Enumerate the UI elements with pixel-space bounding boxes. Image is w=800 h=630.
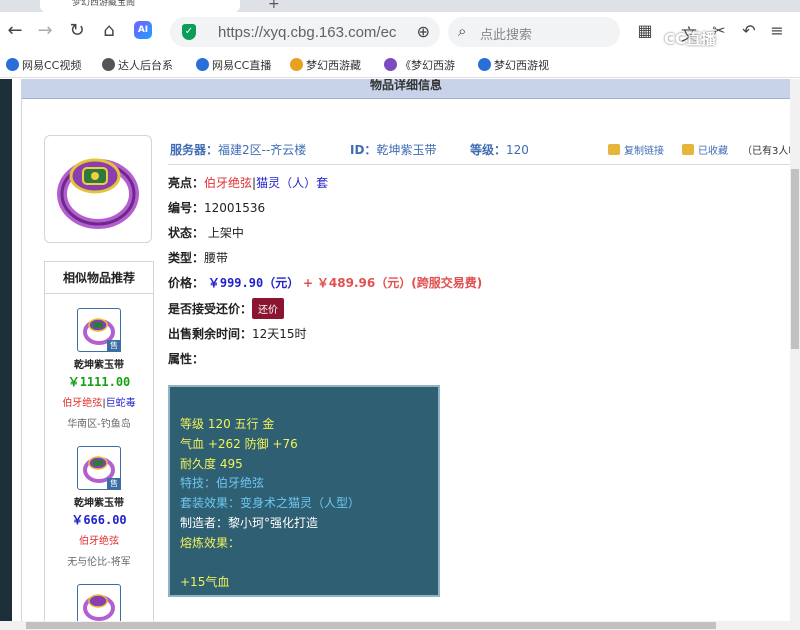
item-thumbnail[interactable]: 售 xyxy=(77,446,121,490)
attribute-panel: 等级 120 五行 金气血 +262 防御 +76 耐久度 495 特技：伯牙绝弦套… xyxy=(168,385,440,597)
globe-icon xyxy=(102,58,115,71)
favorite-count: （已有3人收 xyxy=(742,146,790,157)
new-tab-icon[interactable]: + xyxy=(268,0,280,12)
back-icon[interactable]: ← xyxy=(4,20,26,42)
haggle-button[interactable]: 还价 xyxy=(252,298,285,319)
favorite-button[interactable]: 已收藏 xyxy=(682,142,728,157)
similar-item[interactable]: 售 乾坤紫玉带 ￥1111.00 伯牙绝弦|巨蛇毒 华南区-钓鱼岛 xyxy=(45,308,153,430)
similar-item-server: 无与伦比-将军 xyxy=(67,557,131,568)
time-row: 出售剩余时间：12天15时 xyxy=(168,327,307,341)
similar-item-tags: 伯牙绝弦|巨蛇毒 xyxy=(62,398,136,409)
attribute-line: 等级 120 五行 金 xyxy=(180,417,275,431)
item-detail-page: 物品详细信息 相似物品推荐 售 乾坤紫玉带 ￥1111.00 伯牙绝弦|巨蛇毒 xyxy=(22,79,790,621)
attribute-row: 属性： xyxy=(168,352,205,366)
item-info-header: 服务器：福建2区--齐云楼 ID：乾坤紫玉带 等级：120 复制链接 已收藏 （… xyxy=(168,139,790,165)
bookmark-item[interactable]: 网易CC视频 xyxy=(6,57,81,73)
vertical-scrollbar[interactable] xyxy=(790,79,800,621)
attribute-line: 套装效果：变身术之猫灵（人型） xyxy=(180,496,361,511)
similar-item[interactable]: 售 乾坤紫玉带 ￥666.00 伯牙绝弦 无与伦比-将军 xyxy=(45,446,153,568)
bookmark-item[interactable]: 《梦幻西游 xyxy=(384,57,455,73)
bookmark-item[interactable]: 达人后台系 xyxy=(102,57,173,73)
tab-title: 梦幻西游藏宝阁 xyxy=(72,0,136,8)
url-text: https://xyq.cbg.163.com/ec xyxy=(218,24,397,41)
vertical-scroll-thumb[interactable] xyxy=(791,169,799,349)
address-bar[interactable]: ✓ https://xyq.cbg.163.com/ec ⊕ xyxy=(170,17,440,47)
browser-toolbar: ← → ↻ ⌂ AI ✓ https://xyq.cbg.163.com/ec … xyxy=(0,12,800,52)
bookmark-item[interactable]: 网易CC直播 xyxy=(196,57,271,73)
status-row: 状态： 上架中 xyxy=(168,226,244,240)
copy-link-button[interactable]: 复制链接 xyxy=(608,142,664,157)
item-thumbnail[interactable]: 售 xyxy=(77,308,121,352)
attribute-line xyxy=(180,554,428,574)
similar-items-title: 相似物品推荐 xyxy=(45,262,153,294)
horizontal-scrollbar[interactable] xyxy=(0,621,800,630)
horizontal-scroll-thumb[interactable] xyxy=(26,622,716,629)
price-row: 价格： ￥999.90（元） + ￥489.96（元）(跨服交易费) xyxy=(168,276,483,290)
bookmarks-bar: 网易CC视频 达人后台系 网易CC直播 梦幻西游藏 《梦幻西游 梦幻西游视 xyxy=(0,52,800,78)
bookmark-icon xyxy=(290,58,303,71)
item-id-info: ID：乾坤紫玉带 xyxy=(350,143,437,157)
on-sale-badge: 售 xyxy=(107,340,121,352)
browser-tab[interactable]: 梦幻西游藏宝阁 xyxy=(40,0,240,12)
similar-item-name: 乾坤紫玉带 xyxy=(74,498,124,509)
level-info: 等级：120 xyxy=(470,143,529,157)
similar-item[interactable] xyxy=(45,584,153,621)
undo-icon[interactable]: ↶ xyxy=(738,21,760,40)
attribute-line: 特技：伯牙绝弦 xyxy=(180,476,265,491)
reload-icon[interactable]: ↻ xyxy=(66,20,88,42)
similar-item-price: ￥666.00 xyxy=(71,513,127,527)
attribute-line: 制造者：黎小珂°强化打造 xyxy=(180,515,319,530)
bookmark-item[interactable]: 梦幻西游藏 xyxy=(290,57,361,73)
search-box[interactable]: ⌕ 点此搜索 xyxy=(448,17,620,47)
number-row: 编号：12001536 xyxy=(168,201,266,215)
item-image xyxy=(44,135,152,243)
similar-item-name: 乾坤紫玉带 xyxy=(74,360,124,371)
item-thumbnail[interactable] xyxy=(77,584,121,621)
cc-watermark-logo: CC直播 xyxy=(664,30,717,48)
tab-strip: 梦幻西游藏宝阁 + xyxy=(0,0,800,12)
haggle-row: 是否接受还价： 还价 xyxy=(168,298,285,319)
menu-icon[interactable]: ≡ xyxy=(766,21,788,40)
bookmark-icon xyxy=(384,58,397,71)
bookmark-item[interactable]: 梦幻西游视 xyxy=(478,57,549,73)
search-placeholder: 点此搜索 xyxy=(480,28,533,43)
server-info: 服务器：福建2区--齐云楼 xyxy=(170,143,307,157)
globe-icon xyxy=(196,58,209,71)
attribute-line: 熔炼效果： xyxy=(180,535,241,550)
type-row: 类型：腰带 xyxy=(168,251,229,265)
link-icon xyxy=(608,144,620,155)
globe-icon xyxy=(6,58,19,71)
section-title: 物品详细信息 xyxy=(22,79,790,99)
ai-icon[interactable]: AI xyxy=(134,21,152,39)
search-icon: ⌕ xyxy=(458,22,467,40)
apps-grid-icon[interactable]: ▦ xyxy=(634,21,656,40)
attribute-line: +15气血 xyxy=(180,575,230,590)
home-icon[interactable]: ⌂ xyxy=(98,20,120,42)
attribute-line: 气血 +262 防御 +76 xyxy=(180,436,298,451)
favorite-icon xyxy=(682,144,694,155)
on-sale-badge: 售 xyxy=(107,478,121,490)
left-dark-strip xyxy=(0,79,12,630)
similar-items-panel: 相似物品推荐 售 乾坤紫玉带 ￥1111.00 伯牙绝弦|巨蛇毒 华南区-钓鱼岛 xyxy=(44,261,154,621)
similar-item-server: 华南区-钓鱼岛 xyxy=(67,419,131,430)
ring-icon xyxy=(83,594,115,621)
similar-item-price: ￥1111.00 xyxy=(67,375,131,389)
globe-icon xyxy=(478,58,491,71)
forward-icon[interactable]: → xyxy=(34,20,56,42)
shield-icon: ✓ xyxy=(182,24,196,40)
left-border-strip xyxy=(12,79,22,630)
similar-item-tags: 伯牙绝弦 xyxy=(79,536,119,547)
highlight-row: 亮点：伯牙绝弦|猫灵（人）套 xyxy=(168,176,329,190)
attribute-line: 耐久度 495 xyxy=(180,456,243,471)
zoom-icon[interactable]: ⊕ xyxy=(417,22,430,41)
ring-icon xyxy=(57,158,139,229)
